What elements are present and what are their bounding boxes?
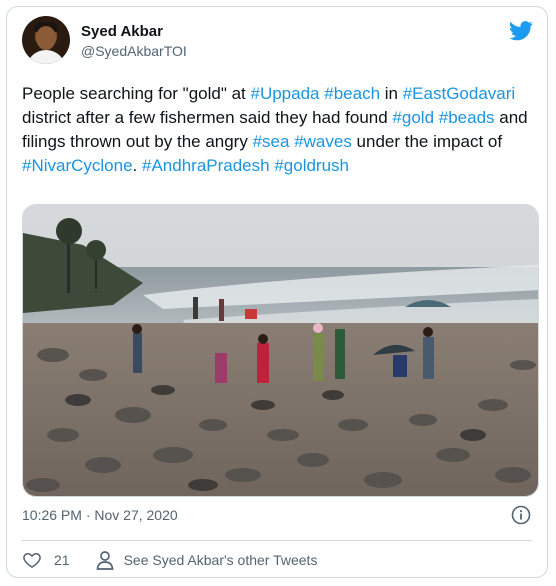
avatar[interactable]	[22, 16, 70, 64]
hashtag-link[interactable]: #EastGodavari	[403, 84, 515, 103]
beach-photo	[23, 205, 538, 496]
tweet-text-segment: in	[380, 84, 403, 103]
tweet-text-segment: district after a few fishermen said they…	[22, 108, 393, 127]
hashtag-link[interactable]: #NivarCyclone	[22, 156, 133, 175]
hashtag-link[interactable]: #waves	[294, 132, 352, 151]
hashtag-link[interactable]: #beach	[324, 84, 380, 103]
see-other-tweets-label: See Syed Akbar's other Tweets	[123, 552, 318, 568]
tweet-photo[interactable]	[22, 204, 539, 497]
hashtag-link[interactable]: #goldrush	[274, 156, 349, 175]
hashtag-link[interactable]: #Uppada	[251, 84, 320, 103]
hashtag-link[interactable]: #sea	[253, 132, 290, 151]
author-name[interactable]: Syed Akbar	[81, 23, 163, 40]
like-button[interactable]: 21	[22, 550, 70, 570]
twitter-bird-icon[interactable]	[509, 21, 533, 41]
tweet-text-segment: .	[132, 156, 142, 175]
like-count: 21	[54, 552, 70, 568]
author-handle[interactable]: @SyedAkbarTOI	[81, 43, 187, 59]
heart-icon	[23, 552, 41, 568]
divider	[22, 540, 532, 541]
tweet-timestamp[interactable]: 10:26 PM · Nov 27, 2020	[22, 507, 178, 523]
hashtag-link[interactable]: #gold	[392, 108, 434, 127]
hashtag-link[interactable]: #AndhraPradesh	[142, 156, 270, 175]
hashtag-link[interactable]: #beads	[439, 108, 495, 127]
tweet-text-segment: under the impact of	[351, 132, 503, 151]
info-icon[interactable]	[511, 505, 531, 525]
see-other-tweets-link[interactable]: See Syed Akbar's other Tweets	[96, 550, 318, 570]
tweet-actions: 21 See Syed Akbar's other Tweets	[22, 547, 317, 573]
tweet-card[interactable]: Syed Akbar @SyedAkbarTOI People searchin…	[6, 6, 548, 578]
person-icon	[96, 551, 114, 570]
tweet-text-segment: People searching for "gold" at	[22, 84, 251, 103]
tweet-text: People searching for "gold" at #Uppada #…	[22, 82, 537, 178]
